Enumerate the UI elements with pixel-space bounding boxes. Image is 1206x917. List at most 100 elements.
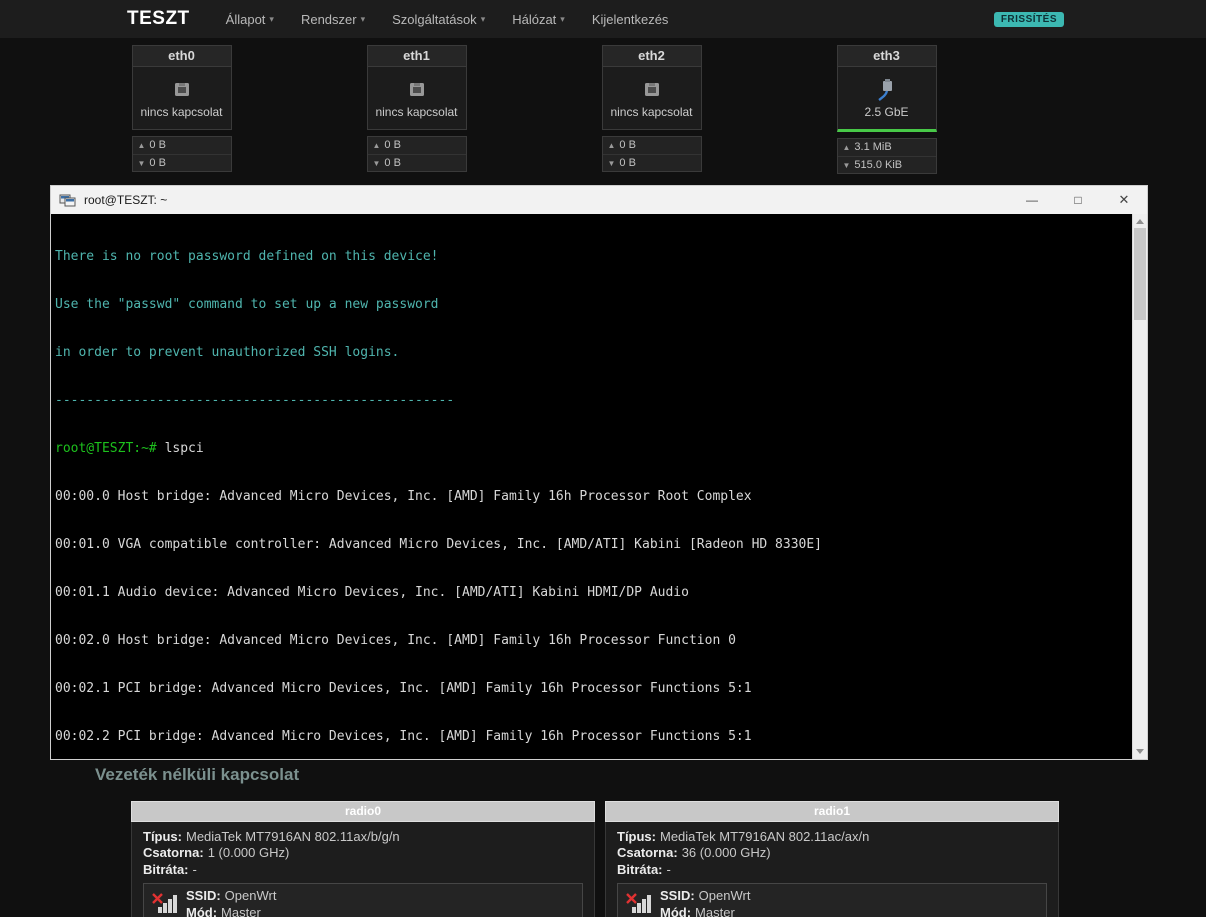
tx-value: 0 B: [619, 139, 636, 151]
menu-item-kijelentkezes[interactable]: Kijelentkezés: [592, 12, 669, 27]
ethernet-port-icon: [644, 82, 659, 96]
type-label: Típus:: [143, 829, 182, 844]
iface-card-eth1: eth1 nincs kapcsolat: [366, 45, 467, 130]
type-label: Típus:: [617, 829, 656, 844]
mode-value: Master: [695, 904, 735, 917]
wifi-network-box: SSID: OpenWrt Mód: Master: [143, 883, 583, 917]
close-button[interactable]: ✕: [1101, 186, 1147, 214]
menu-label: Rendszer: [300, 11, 357, 27]
maximize-button[interactable]: □: [1055, 186, 1101, 214]
bitrate-value: -: [192, 861, 197, 877]
iface-body: nincs kapcsolat: [368, 67, 466, 129]
wifi-network-info: SSID: OpenWrt Mód: Master: [660, 888, 750, 917]
scrollbar-thumb[interactable]: [1134, 228, 1146, 320]
mode-row: Mód: Master: [186, 905, 276, 917]
radio-channel-row: Csatorna: 1 (0.000 GHz): [143, 845, 583, 861]
bitrate-value: -: [666, 861, 671, 877]
download-arrow-icon: ▼: [372, 158, 381, 168]
channel-label: Csatorna:: [617, 845, 678, 861]
download-arrow-icon: ▼: [842, 160, 851, 170]
iface-card-eth0: eth0 nincs kapcsolat: [131, 45, 232, 130]
bitrate-label: Bitráta:: [617, 861, 663, 877]
iface-stats-eth2: ▲ 0 B ▼ 0 B: [601, 136, 702, 172]
rx-value: 515.0 KiB: [854, 158, 903, 171]
wireless-cards-row: radio0 Típus: MediaTek MT7916AN 802.11ax/…: [131, 801, 1059, 917]
download-arrow-icon: ▼: [607, 158, 616, 168]
iface-status: nincs kapcsolat: [375, 104, 458, 119]
radio0-body: Típus: MediaTek MT7916AN 802.11ax/b/g/n C…: [131, 822, 595, 917]
interface-cards-row: eth0 nincs kapcsolat ▲ 0 B ▼ 0 B eth1 ni…: [64, 45, 1004, 174]
radio-type-row: Típus: MediaTek MT7916AN 802.11ax/b/g/n: [143, 829, 583, 845]
tx-value: 3.1 MiB: [854, 141, 892, 153]
menu-item-halozat[interactable]: Hálózat ▾: [512, 12, 565, 27]
wireless-section-heading: Vezeték nélküli kapcsolat: [95, 765, 300, 784]
iface-card-eth2: eth2 nincs kapcsolat: [601, 45, 702, 130]
menu-item-szolgaltatasok[interactable]: Szolgáltatások ▾: [392, 12, 485, 27]
tx-row: ▲ 0 B: [603, 137, 701, 154]
putty-icon[interactable]: [59, 192, 76, 209]
refresh-toggle-badge[interactable]: FRISSÍTÉS: [993, 12, 1064, 27]
wifi-network-box: SSID: OpenWrt Mód: Master: [617, 883, 1047, 917]
terminal-title: root@TESZT: ~: [84, 193, 168, 207]
upload-arrow-icon: ▲: [842, 143, 851, 152]
chevron-down-icon: ▾: [360, 13, 366, 24]
upload-arrow-icon: ▲: [607, 141, 616, 150]
menu-item-allapot[interactable]: Állapot ▾: [226, 12, 274, 27]
ethernet-port-icon: [174, 82, 189, 96]
mode-label: Mód:: [660, 904, 692, 917]
rx-row: ▼ 0 B: [367, 154, 466, 171]
terminal-scrollbar[interactable]: [1132, 214, 1147, 759]
tx-value: 0 B: [149, 139, 166, 151]
ssid-value: OpenWrt: [224, 888, 277, 904]
wifi-signal-disabled-icon: [152, 893, 177, 914]
menu-label: Szolgáltatások: [392, 11, 477, 27]
radio0-card: radio0 Típus: MediaTek MT7916AN 802.11ax/…: [131, 801, 595, 917]
iface-cell-eth3: eth3 2.5 GbE ▲ 3.1 MiB ▼ 515.0 KiB: [769, 45, 1004, 174]
terminal-titlebar[interactable]: root@TESZT: ~ — □ ✕: [51, 186, 1147, 214]
tx-row: ▲ 0 B: [368, 137, 466, 154]
minimize-button[interactable]: —: [1009, 186, 1055, 214]
type-value: MediaTek MT7916AN 802.11ac/ax/n: [660, 829, 870, 844]
iface-body: 2.5 GbE: [838, 67, 936, 129]
iface-name: eth0: [132, 46, 231, 67]
upload-arrow-icon: ▲: [137, 141, 146, 150]
ssid-row: SSID: OpenWrt: [186, 888, 276, 904]
radio0-header: radio0: [131, 801, 595, 822]
rx-row: ▼ 515.0 KiB: [837, 156, 936, 173]
iface-cell-eth1: eth1 nincs kapcsolat ▲ 0 B ▼ 0 B: [299, 45, 534, 174]
iface-status: nincs kapcsolat: [140, 104, 223, 119]
radio-type-row: Típus: MediaTek MT7916AN 802.11ac/ax/n: [617, 829, 1047, 845]
scrollbar-down-arrow-icon[interactable]: [1136, 749, 1144, 754]
rx-value: 0 B: [384, 156, 401, 169]
menu-item-rendszer[interactable]: Rendszer ▾: [301, 12, 365, 27]
brand-hostname[interactable]: TESZT: [127, 8, 190, 30]
iface-body: nincs kapcsolat: [603, 67, 701, 129]
chevron-down-icon: ▾: [269, 13, 274, 24]
openwrt-status-page: TESZT Állapot ▾ Rendszer ▾ Szolgáltatáso…: [0, 0, 1206, 917]
terminal-output-line: 00:02.0 Host bridge: Advanced Micro Devi…: [55, 633, 736, 648]
radio1-body: Típus: MediaTek MT7916AN 802.11ac/ax/n Cs…: [605, 822, 1059, 917]
putty-terminal-window: root@TESZT: ~ — □ ✕ There is no root pas…: [50, 185, 1148, 760]
radio-bitrate-row: Bitráta: -: [143, 862, 583, 878]
tx-value: 0 B: [384, 139, 401, 151]
download-arrow-icon: ▼: [137, 158, 146, 168]
iface-name: eth1: [367, 46, 466, 67]
iface-cell-eth2: eth2 nincs kapcsolat ▲ 0 B ▼ 0 B: [534, 45, 769, 174]
menu-label: Hálózat: [512, 11, 557, 27]
iface-stats-eth0: ▲ 0 B ▼ 0 B: [131, 136, 232, 172]
menu-label: Állapot: [225, 11, 266, 27]
main-menu: Állapot ▾ Rendszer ▾ Szolgáltatások ▾ Há…: [226, 12, 669, 27]
radio-channel-row: Csatorna: 36 (0.000 GHz): [617, 845, 1047, 861]
mode-value: Master: [221, 904, 261, 917]
ethernet-port-icon: [409, 82, 424, 96]
chevron-down-icon: ▾: [480, 13, 486, 24]
terminal-banner-line: ----------------------------------------…: [55, 393, 455, 408]
scrollbar-up-arrow-icon[interactable]: [1136, 219, 1144, 224]
ssid-label: SSID:: [660, 888, 695, 904]
ethernet-cable-connected-icon: [877, 78, 892, 101]
channel-value: 1 (0.000 GHz): [207, 845, 290, 861]
rx-row: ▼ 0 B: [602, 154, 701, 171]
terminal-screen[interactable]: There is no root password defined on thi…: [51, 214, 1132, 759]
terminal-output-line: 00:02.2 PCI bridge: Advanced Micro Devic…: [55, 729, 752, 744]
iface-status: 2.5 GbE: [864, 104, 909, 119]
